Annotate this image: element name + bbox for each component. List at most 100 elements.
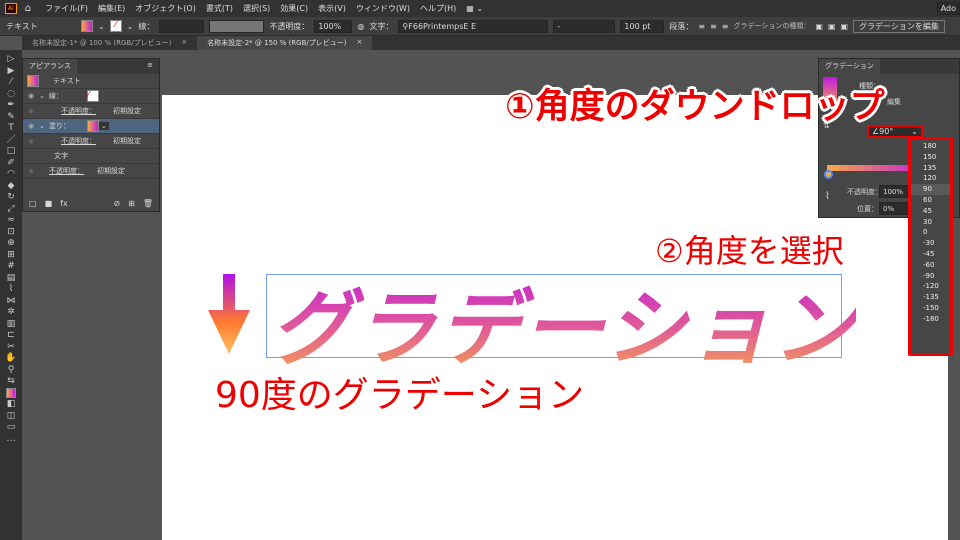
home-icon[interactable]: ⌂ bbox=[25, 3, 31, 14]
align-right-icon[interactable]: ≡ bbox=[722, 22, 729, 31]
angle-option[interactable]: -120 bbox=[911, 281, 950, 292]
fill-swatch[interactable] bbox=[86, 120, 99, 132]
menu-effect[interactable]: 効果(C) bbox=[280, 3, 308, 14]
stroke-weight-input[interactable] bbox=[159, 19, 205, 33]
chevron-down-icon[interactable]: ⌄ bbox=[39, 122, 45, 130]
shaper-tool-icon[interactable]: ◠ bbox=[7, 169, 15, 181]
tab-document-1[interactable]: 名称未設定-1* @ 100 % (RGB/プレビュー) × bbox=[22, 36, 197, 50]
eyedropper-icon[interactable]: ⌇ bbox=[825, 191, 830, 202]
search-input[interactable]: Ado bbox=[936, 2, 960, 15]
chevron-down-icon[interactable]: ⌄ bbox=[98, 22, 105, 31]
angle-option[interactable]: 135 bbox=[911, 163, 950, 174]
slice-tool-icon[interactable]: ✂ bbox=[7, 342, 15, 354]
screen-mode-icon[interactable]: ▭ bbox=[7, 422, 16, 434]
stop-opacity-input[interactable]: 100% bbox=[879, 185, 909, 198]
opacity-link[interactable]: 不透明度： bbox=[61, 106, 113, 116]
symbol-sprayer-tool-icon[interactable]: ✲ bbox=[7, 307, 15, 319]
fill-stroke-icon[interactable] bbox=[6, 387, 16, 400]
angle-option[interactable]: -30 bbox=[911, 238, 950, 249]
eyedropper-tool-icon[interactable]: ⌇ bbox=[9, 284, 13, 296]
chevron-down-icon[interactable]: ⌄ bbox=[39, 92, 45, 100]
fill-row[interactable]: ◉ ⌄ 塗り： ⌄ bbox=[23, 119, 159, 134]
edit-gradient-button[interactable]: グラデーションを編集 bbox=[853, 19, 945, 33]
eye-icon[interactable]: ◉ bbox=[23, 92, 39, 100]
brush-tool-icon[interactable]: ✐ bbox=[7, 158, 15, 170]
hand-tool-icon[interactable]: ✋ bbox=[5, 353, 16, 365]
gradient-tool-icon[interactable]: ▤ bbox=[7, 273, 16, 285]
angle-option[interactable]: 0 bbox=[911, 227, 950, 238]
rectangle-tool-icon[interactable]: □ bbox=[7, 146, 16, 158]
fill-label[interactable]: 塗り： bbox=[49, 121, 87, 131]
stroke-label[interactable]: 線： bbox=[49, 91, 87, 101]
menu-select[interactable]: 選択(S) bbox=[243, 3, 270, 14]
menu-object[interactable]: オブジェクト(O) bbox=[135, 3, 196, 14]
angle-option[interactable]: -60 bbox=[911, 260, 950, 271]
gradient-panel-title[interactable]: グラデーション bbox=[819, 59, 880, 74]
rotate-tool-icon[interactable]: ↻ bbox=[7, 192, 15, 204]
eraser-tool-icon[interactable]: ◆ bbox=[8, 181, 15, 193]
menu-edit[interactable]: 編集(E) bbox=[98, 3, 125, 14]
menu-type[interactable]: 書式(T) bbox=[206, 3, 233, 14]
angle-option[interactable]: 180 bbox=[911, 141, 950, 152]
edit-gradient-button[interactable]: 編集 bbox=[887, 97, 901, 107]
artboard-tool-icon[interactable]: ⊏ bbox=[7, 330, 15, 342]
magic-wand-tool-icon[interactable]: ⁄ bbox=[10, 77, 12, 89]
align-left-icon[interactable]: ≡ bbox=[698, 22, 705, 31]
free-transform-tool-icon[interactable]: ⊡ bbox=[7, 227, 15, 239]
recolor-icon[interactable]: ◍ bbox=[357, 22, 364, 31]
blend-tool-icon[interactable]: ⋈ bbox=[7, 296, 16, 308]
draw-mode-icon[interactable]: ◫ bbox=[7, 411, 16, 423]
tab-document-2[interactable]: 名称未設定-2* @ 150 % (RGB/プレビュー) × bbox=[197, 36, 373, 50]
opacity-link[interactable]: 不透明度： bbox=[61, 136, 113, 146]
add-stroke-icon[interactable]: □ bbox=[29, 199, 37, 208]
color-mode-icon[interactable]: ◧ bbox=[7, 399, 16, 411]
clear-appearance-icon[interactable]: ⊘ bbox=[113, 199, 120, 208]
angle-option[interactable]: 45 bbox=[911, 206, 950, 217]
pen-tool-icon[interactable]: ✒ bbox=[7, 100, 15, 112]
scale-tool-icon[interactable]: ⤢ bbox=[7, 204, 14, 216]
stroke-swatch[interactable]: ⁄ bbox=[109, 20, 122, 32]
gradient-text-object[interactable]: グラデーション bbox=[270, 262, 856, 381]
fill-swatch[interactable] bbox=[81, 20, 93, 32]
workspace-icon[interactable]: ▦ ⌄ bbox=[466, 4, 483, 13]
angle-option[interactable]: 150 bbox=[911, 152, 950, 163]
angle-option[interactable]: -90 bbox=[911, 271, 950, 282]
type-tool-icon[interactable]: T bbox=[8, 123, 14, 135]
angle-option[interactable]: -45 bbox=[911, 249, 950, 260]
close-icon[interactable]: × bbox=[357, 38, 363, 48]
angle-option[interactable]: 30 bbox=[911, 217, 950, 228]
appearance-panel-title[interactable]: アピアランス bbox=[23, 59, 77, 74]
angle-option[interactable]: -150 bbox=[911, 303, 950, 314]
curvature-tool-icon[interactable]: ✎ bbox=[7, 112, 15, 124]
opacity-link[interactable]: 不透明度： bbox=[49, 166, 97, 176]
perspective-tool-icon[interactable]: ⊞ bbox=[7, 250, 15, 262]
menu-window[interactable]: ウィンドウ(W) bbox=[356, 3, 410, 14]
opacity-input[interactable]: 100% bbox=[314, 19, 353, 33]
lasso-tool-icon[interactable]: ◌ bbox=[7, 89, 15, 101]
selection-tool-icon[interactable]: ▷ bbox=[8, 54, 15, 66]
menu-help[interactable]: ヘルプ(H) bbox=[420, 3, 456, 14]
gradient-stop[interactable] bbox=[824, 170, 833, 179]
menu-view[interactable]: 表示(V) bbox=[318, 3, 346, 14]
eye-icon[interactable]: ◉ bbox=[23, 122, 39, 130]
fx-icon[interactable]: fx bbox=[60, 199, 68, 208]
swap-colors-icon[interactable]: ⇆ bbox=[7, 376, 15, 388]
font-input[interactable]: ⚲ F66PrintempsE E bbox=[398, 19, 549, 33]
linear-gradient-icon[interactable]: ▣ bbox=[815, 22, 823, 31]
stroke-swatch[interactable]: ⁄ bbox=[86, 90, 99, 102]
chevron-down-icon[interactable]: ⌄ bbox=[127, 22, 134, 31]
font-style-select[interactable]: - bbox=[553, 19, 616, 33]
zoom-tool-icon[interactable]: ⚲ bbox=[8, 365, 15, 377]
stop-position-input[interactable]: 0% bbox=[879, 202, 909, 215]
angle-option[interactable]: -135 bbox=[911, 292, 950, 303]
mesh-tool-icon[interactable]: # bbox=[7, 261, 15, 273]
eye-icon[interactable]: ◉ bbox=[23, 107, 39, 115]
graph-tool-icon[interactable]: ▥ bbox=[7, 319, 16, 331]
freeform-gradient-icon[interactable]: ▣ bbox=[841, 22, 849, 31]
angle-option[interactable]: 120 bbox=[911, 173, 950, 184]
shape-builder-tool-icon[interactable]: ⊕ bbox=[7, 238, 15, 250]
menu-file[interactable]: ファイル(F) bbox=[45, 3, 88, 14]
font-size-input[interactable]: 100 pt bbox=[620, 19, 665, 33]
panel-menu-icon[interactable]: ≡ bbox=[141, 59, 159, 74]
chevron-down-icon[interactable]: ⌄ bbox=[98, 122, 109, 130]
